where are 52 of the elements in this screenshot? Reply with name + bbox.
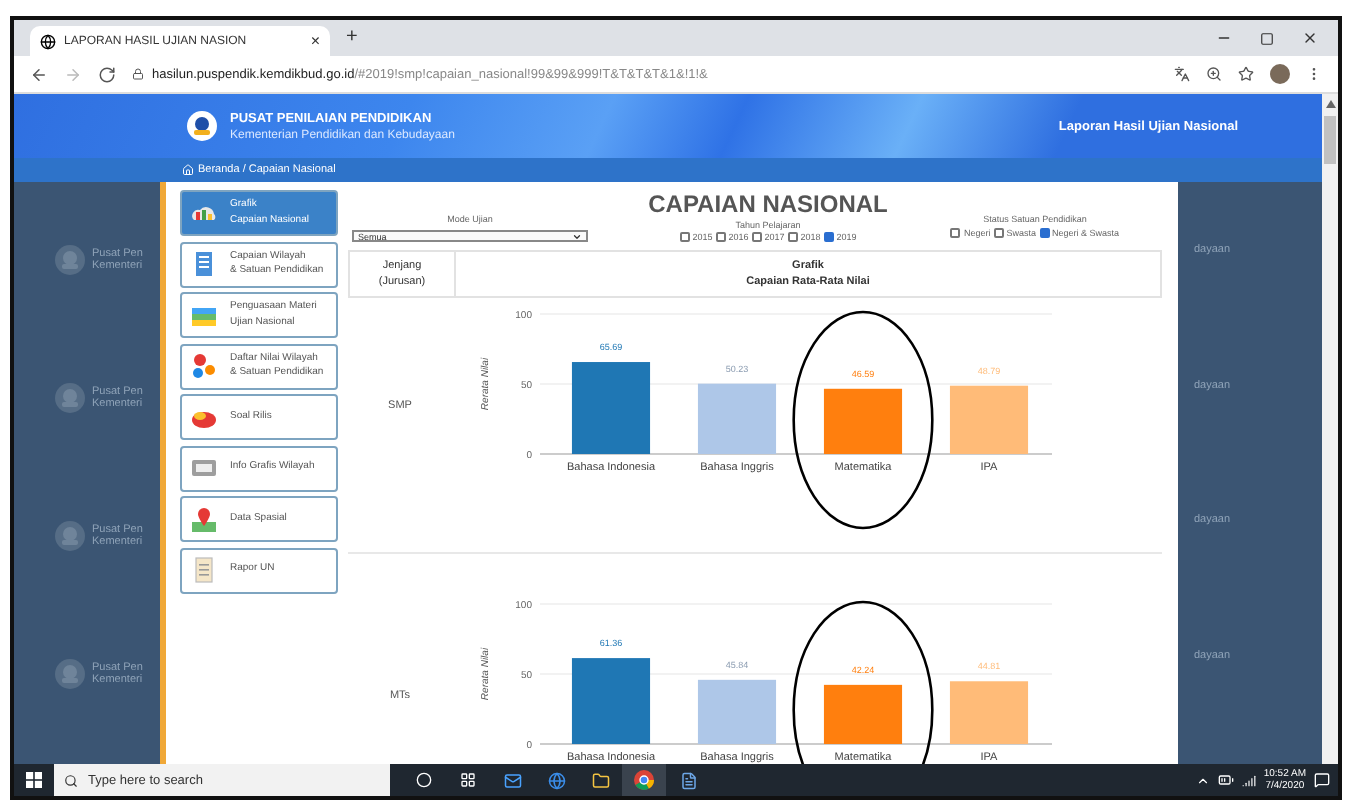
zoom-icon[interactable] xyxy=(1206,66,1222,82)
home-icon xyxy=(182,164,194,176)
chevron-up-icon[interactable] xyxy=(1195,773,1210,787)
notification-icon[interactable] xyxy=(1314,772,1330,788)
browser-logo-icon xyxy=(634,770,654,790)
checkbox[interactable] xyxy=(679,232,690,242)
bar xyxy=(823,388,903,454)
checkbox[interactable] xyxy=(823,232,834,242)
mail-icon xyxy=(503,771,521,789)
logo-icon xyxy=(54,243,86,276)
lock-icon xyxy=(132,68,144,80)
document-icon xyxy=(190,250,218,278)
circle-icon xyxy=(416,772,432,788)
scroll-up-icon[interactable] xyxy=(1325,100,1335,108)
checkbox[interactable] xyxy=(715,232,726,242)
checkbox[interactable] xyxy=(993,228,1004,238)
scrollbar[interactable] xyxy=(1322,94,1338,764)
task-view-icon xyxy=(460,772,476,788)
bar xyxy=(823,684,903,744)
battery-icon[interactable] xyxy=(1217,772,1234,788)
close-icon[interactable] xyxy=(1302,30,1318,46)
logo-icon xyxy=(54,520,86,553)
checkbox[interactable] xyxy=(1039,228,1049,238)
reload-icon[interactable] xyxy=(98,65,116,83)
windows-icon xyxy=(26,772,42,788)
molecule-icon xyxy=(190,352,218,380)
page-title: CAPAIAN NASIONAL xyxy=(648,190,888,218)
network-icon[interactable] xyxy=(1241,773,1256,787)
chevron-down-icon xyxy=(572,231,582,241)
search-icon xyxy=(64,773,78,787)
checkbox[interactable] xyxy=(950,228,961,238)
checkbox[interactable] xyxy=(787,232,798,242)
new-tab-button[interactable]: + xyxy=(346,28,358,48)
back-icon[interactable] xyxy=(30,65,48,83)
map-pin-icon xyxy=(190,505,218,533)
chrome-button[interactable] xyxy=(622,764,666,796)
folder-icon xyxy=(591,771,609,789)
report-icon xyxy=(190,556,218,584)
tab-close-button[interactable]: × xyxy=(310,33,320,49)
avatar-icon[interactable] xyxy=(1270,64,1290,84)
logo-icon xyxy=(54,658,86,691)
globe-icon xyxy=(547,771,565,789)
checkbox[interactable] xyxy=(751,232,762,242)
logo-icon xyxy=(54,381,86,414)
maximize-icon[interactable] xyxy=(1260,31,1274,45)
scroll-thumb[interactable] xyxy=(1324,116,1336,164)
document-icon xyxy=(679,771,697,789)
globe-icon xyxy=(40,33,56,49)
logo-icon xyxy=(186,110,218,142)
infographic-icon xyxy=(190,454,218,482)
star-icon[interactable] xyxy=(1238,66,1254,82)
translate-icon[interactable] xyxy=(1174,66,1190,82)
